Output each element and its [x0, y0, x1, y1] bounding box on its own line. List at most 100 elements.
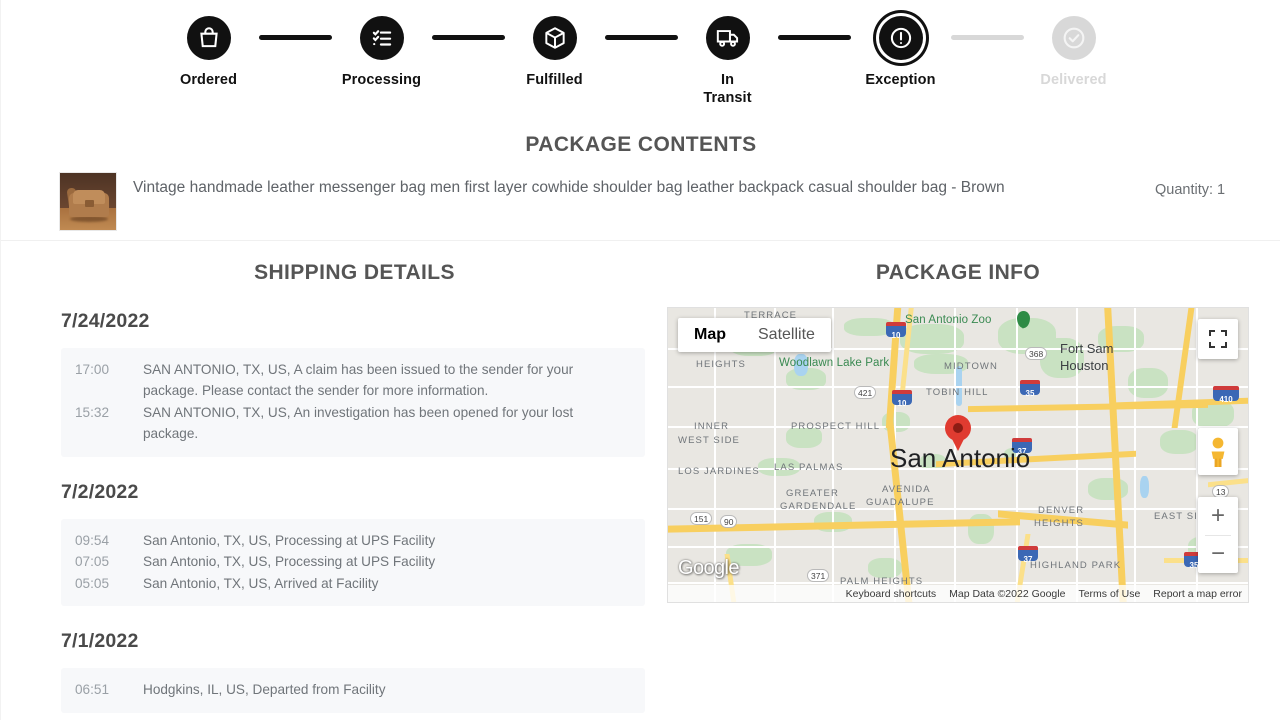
tracker-step-label: Ordered [179, 72, 238, 88]
map-label-heights: HEIGHTS [696, 359, 746, 370]
map-label-inner-west-side: INNER [694, 421, 730, 432]
tracker-step-label: Exception [865, 72, 936, 88]
route-shield-i37b: 37 [1018, 546, 1038, 564]
map-label-san-antonio-zoo: San Antonio Zoo [905, 314, 992, 326]
map-label-midtown: MIDTOWN [944, 361, 998, 372]
shipping-details-title: SHIPPING DETAILS [254, 261, 455, 284]
tracker-step-label: Delivered [1040, 72, 1107, 88]
timeline-event: 07:05 San Antonio, TX, US, Processing at… [75, 551, 631, 572]
timeline-event-time: 17:00 [75, 362, 110, 377]
map-label-greater-gardendale-2: GARDENDALE [780, 501, 857, 512]
timeline-event-time: 07:05 [75, 554, 110, 570]
timeline-event: 17:00 SAN ANTONIO, TX, US, A claim has b… [75, 359, 631, 402]
product-description: Vintage handmade leather messenger bag m… [133, 179, 1005, 196]
timeline-event: 05:05 San Antonio, TX, US, Arrived at Fa… [75, 573, 631, 594]
street-view-pegman-button[interactable] [1198, 428, 1238, 475]
map-attribution-footer: Keyboard shortcuts Map Data ©2022 Google… [668, 585, 1248, 602]
tracker-step-ordered[interactable]: Ordered [159, 16, 259, 90]
check-circle-icon [1051, 16, 1096, 60]
tracker-step-exception[interactable]: Exception [851, 16, 951, 90]
map-fullscreen-button[interactable] [1198, 319, 1238, 359]
map-keyboard-shortcuts-link[interactable]: Keyboard shortcuts [846, 588, 936, 600]
timeline-group: 06:51 Hodgkins, IL, US, Departed from Fa… [61, 668, 645, 713]
route-shield-90: 90 [720, 515, 738, 528]
box-icon [532, 16, 577, 60]
map-report-error-link[interactable]: Report a map error [1153, 588, 1242, 600]
route-shield-i410: 410 [1213, 386, 1239, 404]
map-label-prospect-hill: PROSPECT HILL [791, 421, 881, 432]
route-shield-i10: 10 [886, 322, 906, 340]
route-shield-151: 151 [690, 512, 713, 525]
google-logo: Google [678, 557, 740, 579]
exclamation-circle-icon [878, 16, 923, 60]
timeline-group: 09:54 San Antonio, TX, US, Processing at… [61, 518, 645, 607]
map-label-los-jardines: LOS JARDINES [678, 466, 760, 477]
timeline-event-time: 05:05 [75, 575, 110, 591]
tracker-step-processing[interactable]: Processing [332, 16, 432, 90]
map-label-denver-heights: DENVER [1038, 505, 1085, 516]
section-divider [1, 240, 1280, 241]
timeline-event-text: San Antonio, TX, US, Arrived at Facility [143, 575, 379, 591]
product-thumbnail-image [59, 172, 117, 231]
timeline-event: 15:32 SAN ANTONIO, TX, US, An investigat… [75, 402, 631, 445]
package-contents-title: PACKAGE CONTENTS [525, 133, 757, 156]
map-type-map-button[interactable]: Map [678, 318, 742, 352]
map-zoom-in-button[interactable]: + [1198, 497, 1238, 535]
route-shield-i10b: 10 [892, 390, 912, 408]
route-shield-368: 368 [1025, 347, 1048, 360]
tracker-connector-1 [258, 35, 332, 40]
map-label-fort-sam-houston: Fort Sam [1060, 341, 1114, 356]
route-shield-371: 371 [807, 569, 830, 582]
route-shield-421: 421 [854, 386, 877, 399]
tracker-connector-4 [777, 35, 851, 40]
timeline-event-time: 15:32 [75, 404, 110, 420]
tracker-step-in-transit[interactable]: In Transit [678, 16, 778, 107]
timeline-event-time: 09:54 [75, 532, 110, 548]
fullscreen-icon [1209, 330, 1227, 348]
route-shield-i35: 35 [1020, 380, 1040, 398]
timeline-event-text: SAN ANTONIO, TX, US, An investigation ha… [143, 404, 574, 442]
timeline-event: 06:51 Hodgkins, IL, US, Departed from Fa… [75, 679, 631, 700]
map-label-tobin-hill: TOBIN HILL [926, 387, 989, 398]
street-view-pegman-icon [1211, 437, 1225, 467]
map-label-woodlawn-lake-park: Woodlawn Lake Park [779, 357, 890, 369]
timeline-date: 7/2/2022 [61, 480, 139, 503]
tracker-connector-2 [431, 35, 505, 40]
timeline-event-text: San Antonio, TX, US, Processing at UPS F… [143, 554, 436, 570]
map-label-fort-sam-houston-2: Houston [1060, 358, 1109, 373]
map-label-san-antonio: San Antonio [890, 443, 1031, 473]
map-label-greater-gardendale: GREATER [786, 488, 839, 499]
map-data-attribution: Map Data ©2022 Google [949, 587, 1066, 600]
tracker-connector-5 [950, 35, 1024, 40]
timeline-event: 09:54 San Antonio, TX, US, Processing at… [75, 530, 631, 551]
timeline-group: 17:00 SAN ANTONIO, TX, US, A claim has b… [61, 348, 645, 457]
map-terms-of-use-link[interactable]: Terms of Use [1078, 588, 1140, 600]
map-type-switcher[interactable]: Map Satellite [678, 318, 831, 352]
map-label-avenida-guadalupe-2: GUADALUPE [866, 497, 935, 508]
google-map[interactable]: 10 10 35 35 37 37 410 421 368 151 90 371… [667, 307, 1249, 603]
map-type-satellite-button[interactable]: Satellite [742, 318, 831, 352]
tracker-connector-3 [604, 35, 678, 40]
map-label-denver-heights-2: HEIGHTS [1034, 518, 1084, 529]
tracker-step-delivered[interactable]: Delivered [1024, 16, 1124, 90]
timeline-date: 7/1/2022 [61, 630, 139, 653]
tracker-step-label: Processing [341, 72, 422, 88]
product-quantity: Quantity: 1 [1155, 182, 1226, 198]
map-label-las-palmas: LAS PALMAS [774, 462, 844, 473]
shopping-bag-icon [186, 16, 231, 60]
map-label-inner-west-side-2: WEST SIDE [678, 435, 740, 446]
package-tracking-page: Ordered Processing Fulfilled In Transit … [0, 0, 1280, 720]
map-zoom-out-button[interactable]: − [1198, 535, 1238, 573]
timeline-event-time: 06:51 [75, 682, 110, 698]
package-info-title: PACKAGE INFO [875, 261, 1041, 284]
map-zoom-controls[interactable]: + − [1198, 497, 1238, 573]
tracker-step-label: Fulfilled [526, 72, 583, 88]
list-checklist-icon [359, 16, 404, 60]
timeline-event-text: San Antonio, TX, US, Processing at UPS F… [143, 532, 436, 548]
shipment-progress-tracker: Ordered Processing Fulfilled In Transit … [1, 0, 1280, 118]
tracker-step-label: In Transit [703, 72, 752, 106]
package-contents-row: Vintage handmade leather messenger bag m… [59, 172, 1239, 231]
timeline-date: 7/24/2022 [61, 310, 150, 332]
tracker-step-fulfilled[interactable]: Fulfilled [505, 16, 605, 90]
map-canvas[interactable]: 10 10 35 35 37 37 410 421 368 151 90 371… [668, 308, 1248, 602]
